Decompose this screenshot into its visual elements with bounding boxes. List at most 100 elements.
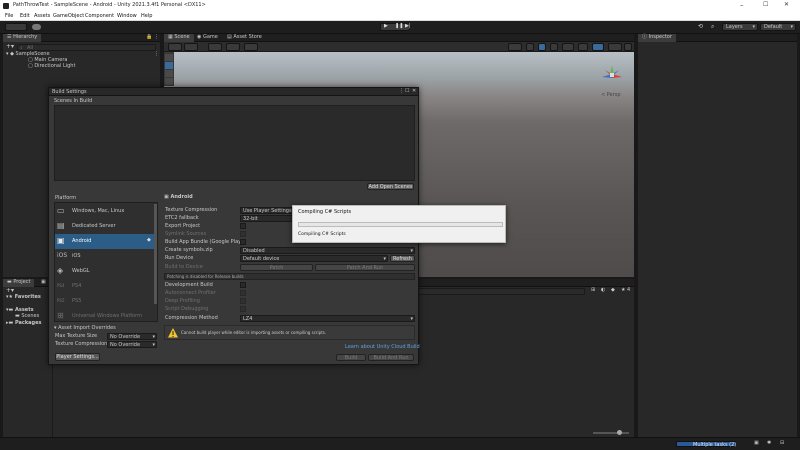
project-search-input[interactable] [415,288,585,295]
favorites-header[interactable]: ▾★ Favorites [6,295,41,300]
scale-tool-icon[interactable] [165,78,173,85]
export-project-checkbox[interactable] [240,223,246,229]
orientation-gizmo-icon[interactable] [601,64,623,86]
cloud-build-link[interactable]: Learn about Unity Cloud Build [345,345,420,350]
grid-snap-dropdown[interactable] [208,43,222,51]
menu-edit[interactable]: Edit [20,14,30,19]
menu-component[interactable]: Component [85,14,114,19]
menu-gameobject[interactable]: GameObject [53,14,84,19]
tab-game[interactable]: ◉ Game [193,34,222,42]
symlink-sources-checkbox[interactable] [240,231,246,237]
cache-server-icon[interactable]: ⊟ [780,441,784,446]
platform-item-ps5[interactable]: PS5 PS5 [55,294,157,309]
asset-import-overrides-header[interactable]: ▾ Asset Import Overrides [54,326,116,331]
draw-mode-dropdown[interactable] [168,43,182,51]
close-window-button[interactable]: ✕ [784,2,789,8]
build-and-run-button[interactable]: Build And Run [368,354,414,361]
texture-compression-override-dropdown[interactable]: No Override ▾ [107,341,157,348]
build-settings-titlebar[interactable]: Build Settings ⋮ ☐ ✕ [49,88,418,96]
hand-tool-icon[interactable] [165,54,173,61]
layers-dropdown[interactable]: Layers ▾ [722,23,758,31]
max-texture-size-dropdown[interactable]: No Override ▾ [107,333,157,340]
platform-item-webgl[interactable]: ◈ WebGL [55,264,157,279]
menu-help[interactable]: Help [141,14,152,19]
shading-mode-dropdown[interactable] [508,43,522,51]
scenes-in-build-list[interactable] [54,105,415,181]
more-options-icon[interactable]: ⋮ [154,52,159,57]
lock-icon[interactable]: 🔒 [146,35,152,40]
lock-icon[interactable]: ⊞ [591,288,595,293]
grid-toggle[interactable] [244,43,258,51]
platform-item-ios[interactable]: iOS iOS [55,249,157,264]
packages-folder[interactable]: ▸▬ Packages [6,321,42,326]
rotate-tool-icon[interactable] [165,70,173,77]
icon-size-slider-thumb[interactable] [617,430,622,435]
scenes-folder[interactable]: ▬ Scenes [15,314,39,319]
platform-list-scrollbar[interactable] [154,204,157,304]
tab-hierarchy[interactable]: ☰ Hierarchy [3,34,42,42]
close-icon[interactable]: ✕ [412,89,416,94]
more-options-icon[interactable]: ⋮ [399,89,404,94]
lighting-toggle[interactable] [538,43,546,51]
maximize-icon[interactable]: ☐ [405,89,409,94]
tab-project[interactable]: ▬ Project [3,279,35,287]
snap-increment-dropdown[interactable] [226,43,240,51]
icon-size-slider[interactable] [593,430,629,435]
hierarchy-item-directional-light[interactable]: ▢ Directional Light [28,64,75,69]
hidden-packages-icon[interactable]: 4 [627,288,630,293]
pivot-dropdown[interactable] [184,43,198,51]
tab-inspector[interactable]: ⓘ Inspector [638,34,676,42]
layout-dropdown[interactable]: Default ▾ [760,23,796,31]
menu-assets[interactable]: Assets [34,14,50,19]
persp-label[interactable]: < Persp [601,93,621,98]
tab-scene[interactable]: ▦ Scene [164,34,194,42]
cloud-icon[interactable] [32,24,41,30]
development-build-checkbox[interactable] [240,282,246,288]
play-button[interactable]: ▶ [384,24,388,29]
move-tool-icon[interactable] [165,62,173,69]
refresh-button[interactable]: Refresh [390,255,415,262]
pause-button[interactable]: ❚❚ [395,24,403,29]
step-button[interactable]: ▶| [405,24,411,29]
camera-settings-dropdown[interactable] [592,43,604,51]
filter-by-type-icon[interactable]: ◐ [601,288,605,293]
filter-by-label-icon[interactable]: ◆ [611,288,615,293]
menu-file[interactable]: File [5,14,13,19]
gizmos-dropdown[interactable] [608,43,622,51]
tab-asset-store[interactable]: ▤ Asset Store [223,34,266,42]
task-progress-bar[interactable]: Multiple tasks (2) [676,441,736,448]
maximize-button[interactable]: ☐ [763,2,768,8]
hidden-objects-toggle[interactable] [578,43,588,51]
account-button[interactable] [5,23,27,31]
player-settings-button[interactable]: Player Settings... [55,353,100,361]
run-device-dropdown[interactable]: Default device ▾ [240,255,388,262]
effects-dropdown[interactable] [562,43,574,51]
hierarchy-search-input[interactable]: ⌕ All [17,44,156,51]
menu-window[interactable]: Window [117,14,137,19]
audio-toggle[interactable] [550,43,558,51]
star-icon[interactable]: ★ [621,288,625,293]
notification-icon[interactable]: ▣ [754,441,759,446]
debug-mode-icon[interactable]: ✱ [767,441,771,446]
add-open-scenes-button[interactable]: Add Open Scenes [367,183,414,190]
autoconnect-profiler-checkbox[interactable] [240,290,246,296]
script-debugging-checkbox[interactable] [240,306,246,312]
platform-item-windows-mac-linux[interactable]: ▭ Windows, Mac, Linux [55,204,157,219]
more-options-icon[interactable]: ⋮ [154,35,159,40]
platform-item-ps4[interactable]: PS4 PS4 [55,279,157,294]
platform-item-uwp[interactable]: ⊞ Universal Windows Platform [55,309,157,323]
patch-button[interactable]: Patch [240,264,313,271]
patch-and-run-button[interactable]: Patch And Run [315,264,415,271]
create-symbols-dropdown[interactable]: Disabled ▾ [240,247,415,254]
build-app-bundle-checkbox[interactable] [240,239,246,245]
platform-item-android[interactable]: ▣ Android ◆ [55,234,157,249]
create-button[interactable]: +▾ [6,44,14,50]
scene-search-button[interactable] [624,43,632,51]
deep-profiling-checkbox[interactable] [240,298,246,304]
platform-item-dedicated-server[interactable]: ▤ Dedicated Server [55,219,157,234]
build-button[interactable]: Build [336,354,366,361]
search-icon[interactable]: ⌕ [711,24,714,30]
compression-method-dropdown[interactable]: LZ4 ▾ [240,315,415,322]
2d-toggle[interactable] [526,43,534,51]
history-icon[interactable]: ⟲ [698,24,703,30]
